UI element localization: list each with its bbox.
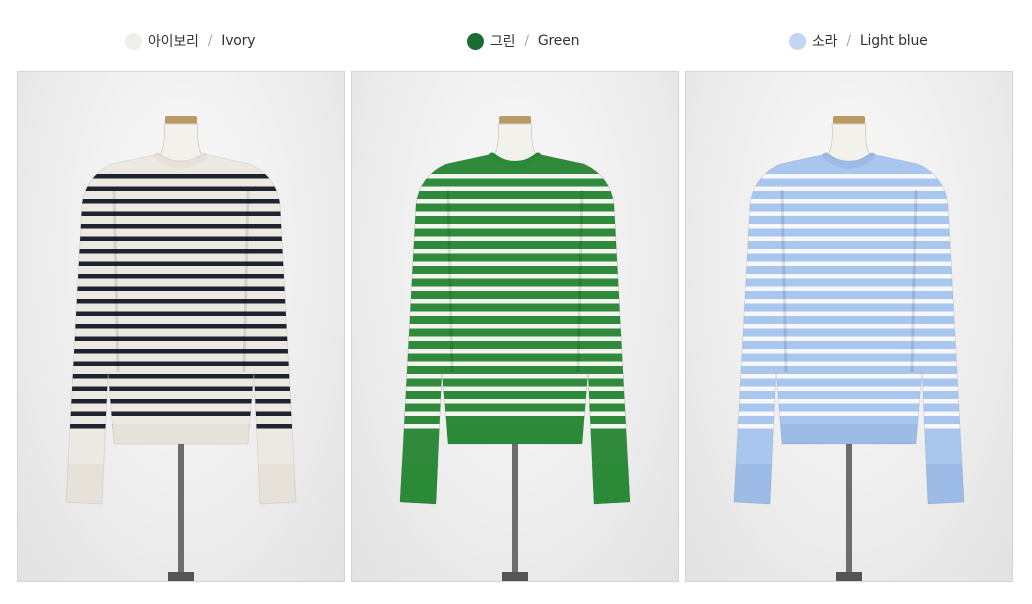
color-option-green[interactable]: 그린 / Green (467, 28, 580, 54)
color-name-korean: 아이보리 (148, 34, 199, 50)
product-photo-green[interactable] (351, 71, 679, 582)
color-name-english: Green (537, 33, 580, 49)
color-name-korean: 그린 (490, 34, 516, 50)
color-name-english: Light blue (859, 33, 928, 49)
color-name-english: Ivory (221, 33, 256, 49)
color-separator: / (207, 33, 213, 49)
ivory-swatch-icon (125, 32, 142, 50)
striped-sweater-light-blue-image (733, 116, 965, 581)
color-name-korean: 소라 (812, 34, 838, 50)
product-photo-ivory[interactable] (17, 71, 345, 582)
product-photo-light-blue[interactable] (685, 71, 1013, 582)
color-labels: 아이보리 / Ivory 그린 / Green 소라 / Light blue (0, 28, 1032, 54)
light-blue-swatch-icon (789, 32, 806, 50)
green-swatch-icon (467, 32, 484, 50)
color-separator: / (524, 33, 529, 49)
color-option-light-blue[interactable]: 소라 / Light blue (789, 28, 928, 54)
striped-sweater-green-image (399, 116, 631, 581)
color-separator: / (846, 33, 851, 49)
color-option-ivory[interactable]: 아이보리 / Ivory (125, 28, 255, 54)
striped-sweater-ivory-image (65, 116, 297, 581)
